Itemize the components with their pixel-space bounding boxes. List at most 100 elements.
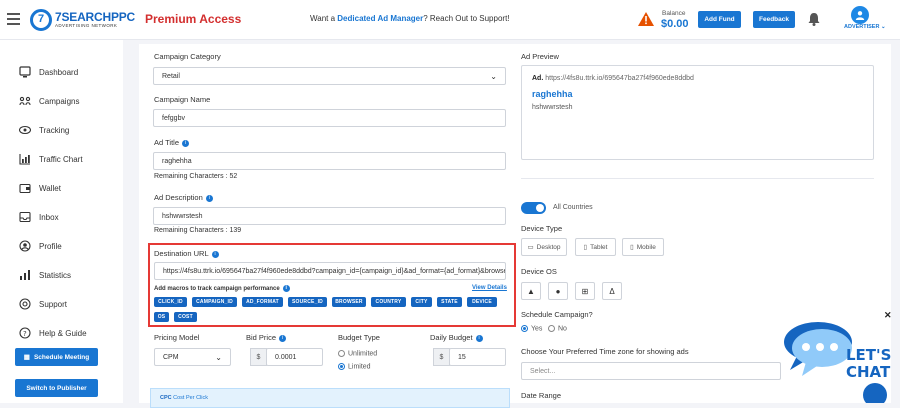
info-icon[interactable]: i [282, 285, 290, 292]
macro-chip-source-id[interactable]: SOURCE_ID [288, 297, 327, 307]
schedule-campaign-label: Schedule Campaign? [521, 310, 593, 319]
schedule-yes-option[interactable]: Yes [521, 325, 542, 332]
macro-chip-city[interactable]: CITY [411, 297, 432, 307]
info-icon[interactable]: i [211, 250, 219, 258]
ad-title-text: Ad Title [154, 138, 180, 147]
all-countries-toggle[interactable] [521, 202, 546, 214]
limited-radio[interactable] [338, 363, 345, 370]
category-label: Campaign Category [154, 52, 221, 61]
sidebar-item-label: Statistics [39, 270, 72, 280]
apple-icon: ● [555, 286, 561, 296]
logo-mark: 7 [30, 9, 52, 31]
sidebar-item-wallet[interactable]: Wallet [19, 181, 61, 195]
daily-currency: $ [433, 348, 450, 366]
account-type-dropdown[interactable]: ADVERTISER ⌄ [844, 24, 886, 30]
daily-budget-label: Daily Budget i [430, 333, 483, 342]
chevron-down-icon: ⌄ [880, 24, 886, 30]
bell-icon[interactable] [808, 12, 820, 26]
device-desktop-button[interactable]: ▭ Desktop [521, 238, 567, 256]
info-icon[interactable]: i [182, 139, 190, 147]
daily-budget-input[interactable]: 15 [449, 348, 506, 366]
feedback-button[interactable]: Feedback [753, 11, 795, 28]
unlimited-radio[interactable] [338, 350, 345, 357]
preview-description: hshwwrstesh [532, 104, 573, 111]
cpc-text: CPC Cost Per Click [160, 395, 208, 401]
sidebar-item-campaigns[interactable]: Campaigns [19, 94, 79, 108]
timezone-select[interactable]: Select... [521, 362, 781, 380]
no-radio[interactable] [548, 325, 555, 332]
schedule-no-option[interactable]: No [548, 325, 567, 332]
campaigns-icon [19, 96, 31, 106]
bid-price-input[interactable]: 0.0001 [266, 348, 323, 366]
sidebar-item-label: Support [39, 299, 68, 309]
macro-chip-click-id[interactable]: CLICK_ID [154, 297, 187, 307]
macro-chip-country[interactable]: COUNTRY [371, 297, 406, 307]
sidebar-item-help-guide[interactable]: ? Help & Guide [19, 326, 87, 340]
sidebar-item-profile[interactable]: Profile [19, 239, 62, 253]
logo-tagline: ADVERTISING NETWORK [55, 23, 118, 29]
sidebar-item-inbox[interactable]: Inbox [19, 210, 59, 224]
macro-chip-ad-format[interactable]: AD_FORMAT [242, 297, 283, 307]
info-icon[interactable]: i [279, 334, 287, 342]
sidebar-item-tracking[interactable]: Tracking [19, 123, 69, 137]
desktop-label: Desktop [536, 243, 561, 251]
preview-ad-prefix: Ad. [532, 75, 544, 82]
pricing-model-label: Pricing Model [154, 333, 200, 342]
sidebar-item-dashboard[interactable]: Dashboard [19, 65, 78, 79]
chat-widget[interactable]: LET'S CHAT [776, 318, 900, 403]
avatar[interactable] [851, 6, 869, 24]
os-android-button[interactable]: ▲ [521, 282, 541, 300]
profile-icon [19, 240, 31, 252]
macro-chip-os[interactable]: OS [154, 312, 169, 322]
macro-chip-device[interactable]: DEVICE [467, 297, 497, 307]
macro-chip-browser[interactable]: BROWSER [332, 297, 366, 307]
sidebar-item-traffic-chart[interactable]: Traffic Chart [19, 152, 83, 166]
description-remaining: Remaining Characters : 139 [154, 227, 242, 234]
sidebar-item-support[interactable]: Support [19, 297, 67, 311]
tablet-icon: ▯ [583, 244, 588, 251]
chevron-down-icon: ⌄ [215, 352, 222, 362]
budget-unlimited-option[interactable]: Unlimited [338, 350, 377, 357]
linux-icon: Δ [609, 286, 615, 296]
info-icon[interactable]: i [475, 334, 483, 342]
macro-chip-state[interactable]: STATE [437, 297, 462, 307]
ad-title-input[interactable]: raghehha [153, 152, 506, 170]
pricing-model-select[interactable]: CPM ⌄ [154, 348, 231, 366]
chat-text: LET'S CHAT [846, 347, 891, 381]
ad-title-label: Ad Title i [154, 138, 190, 147]
info-icon[interactable]: i [205, 194, 213, 202]
budget-limited-option[interactable]: Limited [338, 363, 371, 370]
logo[interactable]: 7 7SEARCHPPC ADVERTISING NETWORK [30, 6, 135, 34]
sidebar-item-statistics[interactable]: Statistics [19, 268, 71, 282]
macro-chip-cost[interactable]: COST [174, 312, 197, 322]
destination-url-input[interactable]: https://4fs8u.ttrk.io/695647ba27f4f960ed… [154, 262, 506, 280]
preview-url-line: Ad. https://4fs8u.ttrk.io/695647ba27f4f9… [532, 75, 694, 82]
campaign-name-input[interactable]: fefggbv [153, 109, 506, 127]
device-mobile-button[interactable]: ▯ Mobile [622, 238, 664, 256]
bid-price-label: Bid Price i [246, 333, 287, 342]
dedicated-manager-link[interactable]: Dedicated Ad Manager [337, 14, 423, 23]
yes-radio[interactable] [521, 325, 528, 332]
os-apple-button[interactable]: ● [548, 282, 568, 300]
limited-label: Limited [348, 363, 371, 371]
view-details-link[interactable]: View Details [472, 285, 507, 291]
add-fund-button[interactable]: Add Fund [698, 11, 741, 28]
chart-icon [19, 154, 30, 165]
os-linux-button[interactable]: Δ [602, 282, 622, 300]
macro-chip-campaign-id[interactable]: CAMPAIGN_ID [192, 297, 237, 307]
dashboard-icon [19, 66, 31, 78]
switch-publisher-button[interactable]: Switch to Publisher [15, 379, 98, 397]
mobile-icon: ▯ [630, 244, 634, 251]
os-windows-button[interactable]: ⊞ [575, 282, 595, 300]
ad-description-input[interactable]: hshwwrstesh [153, 207, 506, 225]
schedule-meeting-button[interactable]: ▦ Schedule Meeting [15, 348, 98, 366]
premium-access-link[interactable]: Premium Access [145, 12, 241, 26]
device-tablet-button[interactable]: ▯ Tablet [575, 238, 616, 256]
category-select[interactable]: Retail ⌄ [153, 67, 506, 85]
sidebar-item-label: Profile [39, 241, 62, 251]
yes-label: Yes [531, 325, 543, 333]
macros-text: Add macros to track campaign performance [154, 286, 280, 293]
menu-icon[interactable] [7, 13, 20, 25]
bid-currency: $ [250, 348, 267, 366]
sidebar-item-label: Campaigns [39, 96, 80, 106]
